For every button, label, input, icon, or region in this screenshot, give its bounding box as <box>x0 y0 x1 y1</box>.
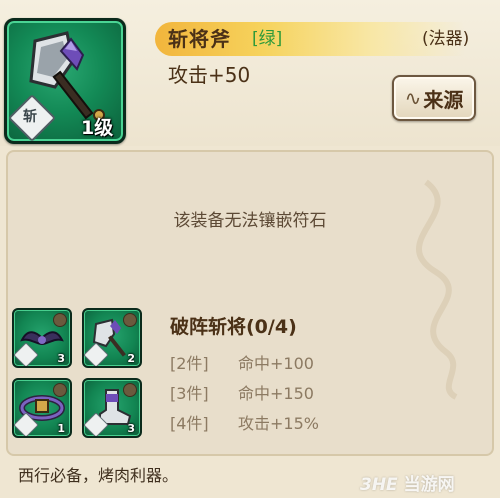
piece-count: 1 <box>57 422 65 435</box>
item-name: 斩将斧 <box>168 27 231 51</box>
set-bonus-count: [3件] <box>170 384 209 403</box>
set-bonus-effect: 命中+150 <box>238 384 314 403</box>
item-level: 1级 <box>81 117 114 139</box>
set-bonus-row: [4件] 攻击+15% <box>170 410 319 434</box>
piece-count: 3 <box>127 422 135 435</box>
source-button[interactable]: ∿ 来源 <box>392 75 476 121</box>
set-bonus-count: [4件] <box>170 414 209 433</box>
slot-coin-icon <box>123 383 137 397</box>
piece-count: 2 <box>127 352 135 365</box>
item-type: (法器) <box>422 29 470 49</box>
item-description: 西行必备，烤肉利器。 <box>18 466 179 485</box>
set-piece-belt[interactable]: 1 <box>12 378 72 438</box>
set-piece-boot[interactable]: 3 <box>82 378 142 438</box>
item-icon-frame[interactable]: 斩 1级 <box>4 18 126 144</box>
slot-coin-icon <box>53 313 67 327</box>
swirl-icon: ∿ <box>404 86 422 110</box>
item-quality: [绿] <box>252 29 283 49</box>
set-bonus-count: [2件] <box>170 354 209 373</box>
gem-notice: 该装备无法镶嵌符石 <box>173 211 327 231</box>
piece-count: 3 <box>57 352 65 365</box>
item-attack-stat: 攻击+50 <box>168 63 251 87</box>
set-piece-wing[interactable]: 3 <box>12 308 72 368</box>
set-title: 破阵斩将(0/4) <box>170 316 297 338</box>
set-bonus-effect: 攻击+15% <box>238 414 319 433</box>
rune-badge-label: 斩 <box>23 109 37 125</box>
watermark-logo: 3HE <box>360 475 398 495</box>
set-piece-axe[interactable]: 2 <box>82 308 142 368</box>
set-bonus-row: [2件] 命中+100 <box>170 350 314 374</box>
slot-coin-icon <box>123 313 137 327</box>
slot-coin-icon <box>53 383 67 397</box>
watermark-text: 当游网 <box>403 475 455 495</box>
source-button-label: 来源 <box>423 87 464 112</box>
set-bonus-row: [3件] 命中+150 <box>170 380 314 404</box>
set-bonus-effect: 命中+100 <box>238 354 314 373</box>
watermark: 3HE 当游网 <box>360 470 455 495</box>
